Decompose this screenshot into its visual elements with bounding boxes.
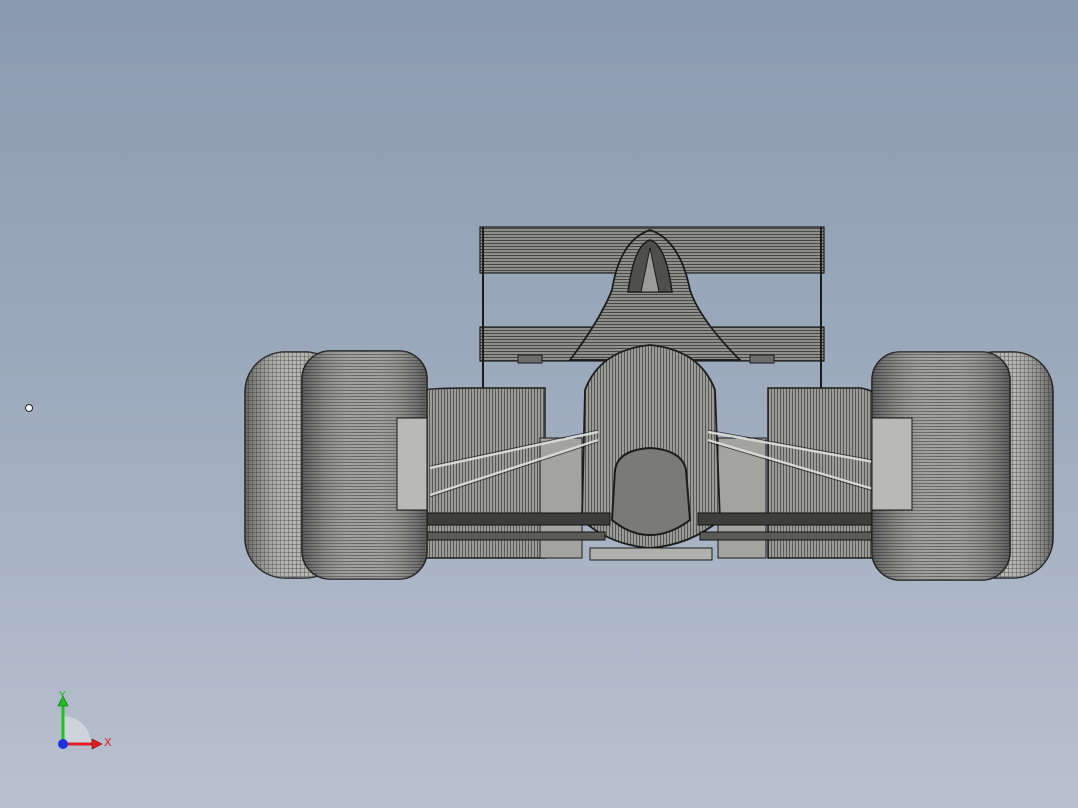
graphics-viewport[interactable]: Y X (0, 0, 1078, 808)
z-axis-dot (58, 739, 68, 749)
x-axis-label: X (104, 736, 112, 749)
front-right-tire (871, 351, 1011, 581)
nose-cone (581, 344, 721, 561)
race-car-model[interactable] (0, 0, 1078, 808)
front-left-tire (301, 350, 428, 580)
coordinate-triad: Y X (50, 686, 120, 756)
y-axis-label: Y (58, 689, 66, 702)
